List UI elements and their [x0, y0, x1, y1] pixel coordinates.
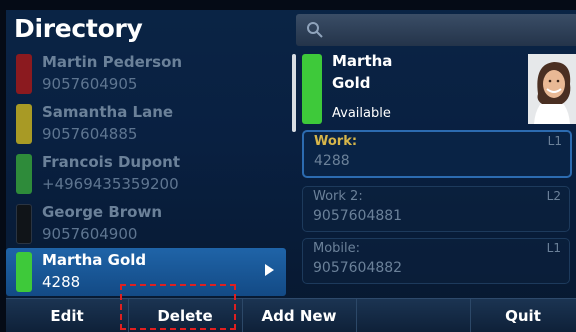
- contact-photo: [528, 54, 576, 124]
- presence-indicator: [302, 54, 322, 124]
- contact-number: 9057604900: [42, 225, 138, 243]
- phone-field-mobile[interactable]: Mobile: 9057604882 L1: [302, 238, 570, 284]
- search-input[interactable]: [296, 14, 576, 46]
- line-indicator: L1: [546, 241, 561, 255]
- phone-screen: Directory Martin Pederson 9057604905 Sam…: [6, 10, 576, 332]
- contact-number: 4288: [42, 273, 81, 291]
- presence-indicator: [16, 154, 32, 194]
- edit-softkey[interactable]: Edit: [6, 299, 129, 332]
- search-icon: [307, 22, 323, 38]
- detail-first-name: Martha: [332, 52, 393, 70]
- field-value: 9057604881: [313, 208, 403, 224]
- contact-number: 9057604905: [42, 75, 138, 93]
- field-label: Work:: [314, 134, 358, 149]
- delete-highlight-annotation: [120, 284, 236, 330]
- chevron-right-icon: [265, 264, 274, 276]
- contact-number: 9057604885: [42, 125, 138, 143]
- field-label: Work 2:: [313, 189, 363, 204]
- scrollbar[interactable]: [292, 54, 296, 132]
- phone-field-work[interactable]: Work: 4288 L1: [302, 130, 572, 178]
- line-indicator: L1: [547, 134, 562, 148]
- contact-row[interactable]: Martin Pederson 9057604905: [6, 50, 286, 98]
- contact-detail-panel: Martha Gold Available Work: 4288 L1 Work…: [298, 50, 576, 296]
- phone-field-work2[interactable]: Work 2: 9057604881 L2: [302, 186, 570, 232]
- quit-softkey[interactable]: Quit: [470, 299, 576, 332]
- avatar-icon: [528, 54, 576, 124]
- field-value: 4288: [314, 153, 350, 169]
- contact-name: Samantha Lane: [42, 103, 174, 121]
- contact-row[interactable]: Samantha Lane 9057604885: [6, 100, 286, 148]
- contact-number: +4969435359200: [42, 175, 179, 193]
- detail-last-name: Gold: [332, 74, 371, 92]
- presence-indicator: [16, 104, 32, 144]
- softkey-bar: Edit Delete Add New Quit: [6, 298, 576, 332]
- presence-indicator: [16, 54, 32, 94]
- contact-row[interactable]: Francois Dupont +4969435359200: [6, 150, 286, 198]
- field-label: Mobile:: [313, 241, 361, 256]
- line-indicator: L2: [546, 189, 561, 203]
- add-new-softkey[interactable]: Add New: [242, 299, 357, 332]
- contact-name: Francois Dupont: [42, 153, 180, 171]
- page-title: Directory: [14, 14, 143, 43]
- empty-softkey[interactable]: [356, 299, 471, 332]
- contact-name: Martin Pederson: [42, 53, 183, 71]
- contact-row[interactable]: George Brown 9057604900: [6, 200, 286, 248]
- contact-list: Martin Pederson 9057604905 Samantha Lane…: [6, 50, 288, 296]
- presence-indicator: [16, 204, 32, 244]
- presence-status: Available: [332, 106, 391, 121]
- contact-name: Martha Gold: [42, 251, 147, 269]
- contact-name: George Brown: [42, 203, 162, 221]
- field-value: 9057604882: [313, 260, 403, 276]
- presence-indicator: [16, 252, 32, 292]
